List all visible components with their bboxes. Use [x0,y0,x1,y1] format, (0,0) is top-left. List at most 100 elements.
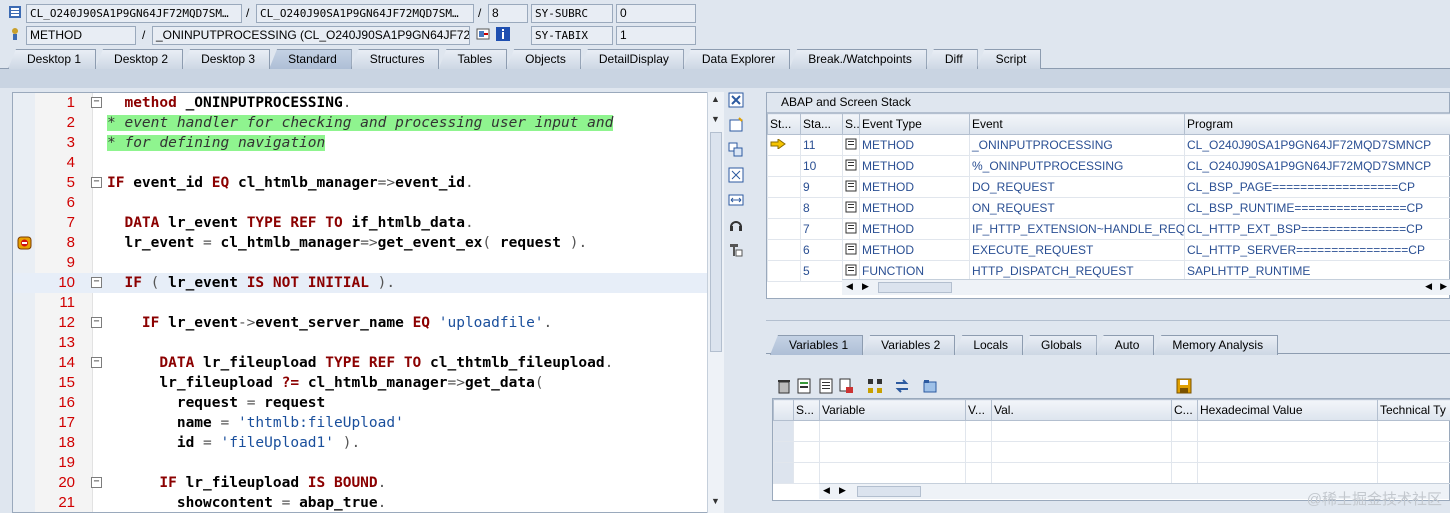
column-header[interactable]: S... [793,399,820,421]
swap-tool-icon[interactable] [728,142,744,158]
table-row[interactable] [773,441,1450,463]
fold-toggle-icon[interactable]: − [91,477,102,488]
tab-variables-2[interactable]: Variables 2 [862,335,956,355]
stack-row[interactable]: 9 METHOD DO_REQUEST CL_BSP_PAGE============… [767,176,1450,198]
tab-data-explorer[interactable]: Data Explorer [682,49,791,69]
stack-row[interactable]: 7 METHOD IF_HTTP_EXTENSION~HANDLE_REQ… CL_H… [767,218,1450,240]
tab-variables-1[interactable]: Variables 1 [770,335,864,355]
tab-auto[interactable]: Auto [1095,335,1155,355]
fold-toggle-icon[interactable]: − [91,97,102,108]
code-line[interactable]: 2 * event handler for checking and proces… [13,113,709,133]
column-header[interactable]: S... [842,113,860,135]
pane-divider[interactable] [766,320,1450,321]
transfer-icon[interactable] [894,378,910,394]
breakpoint-icon[interactable] [17,236,32,250]
fold-toggle-icon[interactable]: − [91,277,102,288]
tab-locals[interactable]: Locals [954,335,1023,355]
table-row[interactable] [773,420,1450,442]
row-selector-header[interactable] [773,399,794,421]
save-icon[interactable] [1176,378,1192,394]
code-line[interactable]: 19 [13,453,709,473]
scroll-up-icon[interactable]: ▲ [711,94,720,104]
scroll-down-icon[interactable]: ▼ [711,496,720,506]
tab-script[interactable]: Script [976,49,1042,69]
tab-desktop-2[interactable]: Desktop 2 [95,49,184,69]
source-code-editor[interactable]: 1 − method _ONINPUTPROCESSING. 2 * event ha… [12,92,724,513]
line-field[interactable]: 8 [488,4,528,23]
save-list-icon[interactable] [838,378,854,394]
stack-row[interactable]: 11 METHOD _ONINPUTPROCESSING CL_O240J90SA1P… [767,134,1450,156]
column-header[interactable]: Event [969,113,1185,135]
maximize-icon[interactable] [728,167,744,183]
scroll-right-icon[interactable]: ▶ [1440,281,1447,292]
include-field[interactable]: CL_O240J90SA1P9GN64JF72MQD7SM… [256,4,474,23]
event-type-field[interactable]: METHOD [26,26,136,45]
code-line[interactable]: 18 id = 'fileUpload1' ). [13,433,709,453]
fold-toggle-icon[interactable]: − [91,357,102,368]
column-header[interactable]: Variable [819,399,966,421]
code-line[interactable]: 4 [13,153,709,173]
close-icon[interactable] [728,92,744,108]
column-header[interactable]: C... [1171,399,1198,421]
sy-tabix-value[interactable]: 1 [616,26,696,45]
code-line[interactable]: 9 [13,253,709,273]
column-header[interactable]: Program [1184,113,1450,135]
code-line[interactable]: 12 − IF lr_event->event_server_name EQ 'u… [13,313,709,333]
class-field[interactable]: CL_O240J90SA1P9GN64JF72MQD7SM… [26,4,242,23]
stack-row[interactable]: 10 METHOD %_ONINPUTPROCESSING CL_O240J90SA1… [767,155,1450,177]
code-line[interactable]: 8 lr_event = cl_htmlb_manager=>get_event… [13,233,709,253]
folder-icon[interactable] [922,378,938,394]
sy-subrc-value[interactable]: 0 [616,4,696,23]
list-icon[interactable] [818,378,834,394]
tab-tables[interactable]: Tables [438,49,508,69]
column-header[interactable]: Technical Ty [1377,399,1450,421]
code-line[interactable]: 16 request = request [13,393,709,413]
code-line[interactable]: 14 − DATA lr_fileupload TYPE REF TO cl_th… [13,353,709,373]
settings-tool-icon[interactable] [728,242,744,258]
resize-icon[interactable] [728,192,744,208]
tab-detaildisplay[interactable]: DetailDisplay [579,49,684,69]
code-line[interactable]: 21 showcontent = abap_true. [13,493,709,512]
code-line[interactable]: 11 [13,293,709,313]
code-line[interactable]: 1 − method _ONINPUTPROCESSING. [13,93,709,113]
scroll-left-icon[interactable]: ◀ [823,485,830,496]
insert-row-icon[interactable] [796,378,812,394]
column-header[interactable]: Val. [991,399,1172,421]
scroll-up-page-icon[interactable]: ▼ [711,114,720,124]
hierarchy-icon[interactable] [866,378,884,394]
tab-globals[interactable]: Globals [1022,335,1097,355]
tab-standard[interactable]: Standard [269,49,352,69]
column-header[interactable]: V... [965,399,992,421]
column-header[interactable]: Hexadecimal Value [1197,399,1378,421]
scroll-left-icon[interactable]: ◀ [846,281,853,292]
event-field[interactable]: _ONINPUTPROCESSING (CL_O240J90SA1P9GN64J… [152,26,470,45]
stack-row[interactable]: 8 METHOD ON_REQUEST CL_BSP_RUNTIME=========… [767,197,1450,219]
fold-toggle-icon[interactable]: − [91,317,102,328]
tab-desktop-3[interactable]: Desktop 3 [182,49,271,69]
navigate-icon[interactable] [476,27,490,41]
tab-desktop-1[interactable]: Desktop 1 [8,49,97,69]
scroll-thumb[interactable] [878,282,952,293]
delete-icon[interactable] [776,378,792,394]
scroll-left-icon[interactable]: ◀ [1425,281,1432,292]
services-icon[interactable] [728,217,744,233]
code-line[interactable]: 7 DATA lr_event TYPE REF TO if_htmlb_dat… [13,213,709,233]
column-header[interactable]: Sta... [800,113,843,135]
column-header[interactable]: St... [767,113,801,135]
code-line[interactable]: 13 [13,333,709,353]
table-row[interactable] [773,462,1450,484]
code-line[interactable]: 20 − IF lr_fileupload IS BOUND. [13,473,709,493]
stack-row[interactable]: 6 METHOD EXECUTE_REQUEST CL_HTTP_SERVER====… [767,239,1450,261]
tab-memory-analysis[interactable]: Memory Analysis [1153,335,1279,355]
code-line[interactable]: 17 name = 'thtmlb:fileUpload' [13,413,709,433]
tab-break-watchpoints[interactable]: Break./Watchpoints [789,49,927,69]
code-line[interactable]: 6 [13,193,709,213]
code-line[interactable]: 3 * for defining navigation [13,133,709,153]
code-line[interactable]: 10 − IF ( lr_event IS NOT INITIAL ). [13,273,709,293]
scroll-right-icon[interactable]: ▶ [839,485,846,496]
tab-structures[interactable]: Structures [350,49,440,69]
column-header[interactable]: Event Type [859,113,970,135]
new-tool-icon[interactable] [728,117,744,133]
code-line[interactable]: 5− IF event_id EQ cl_htmlb_manager=>event… [13,173,709,193]
tab-diff[interactable]: Diff [925,49,978,69]
